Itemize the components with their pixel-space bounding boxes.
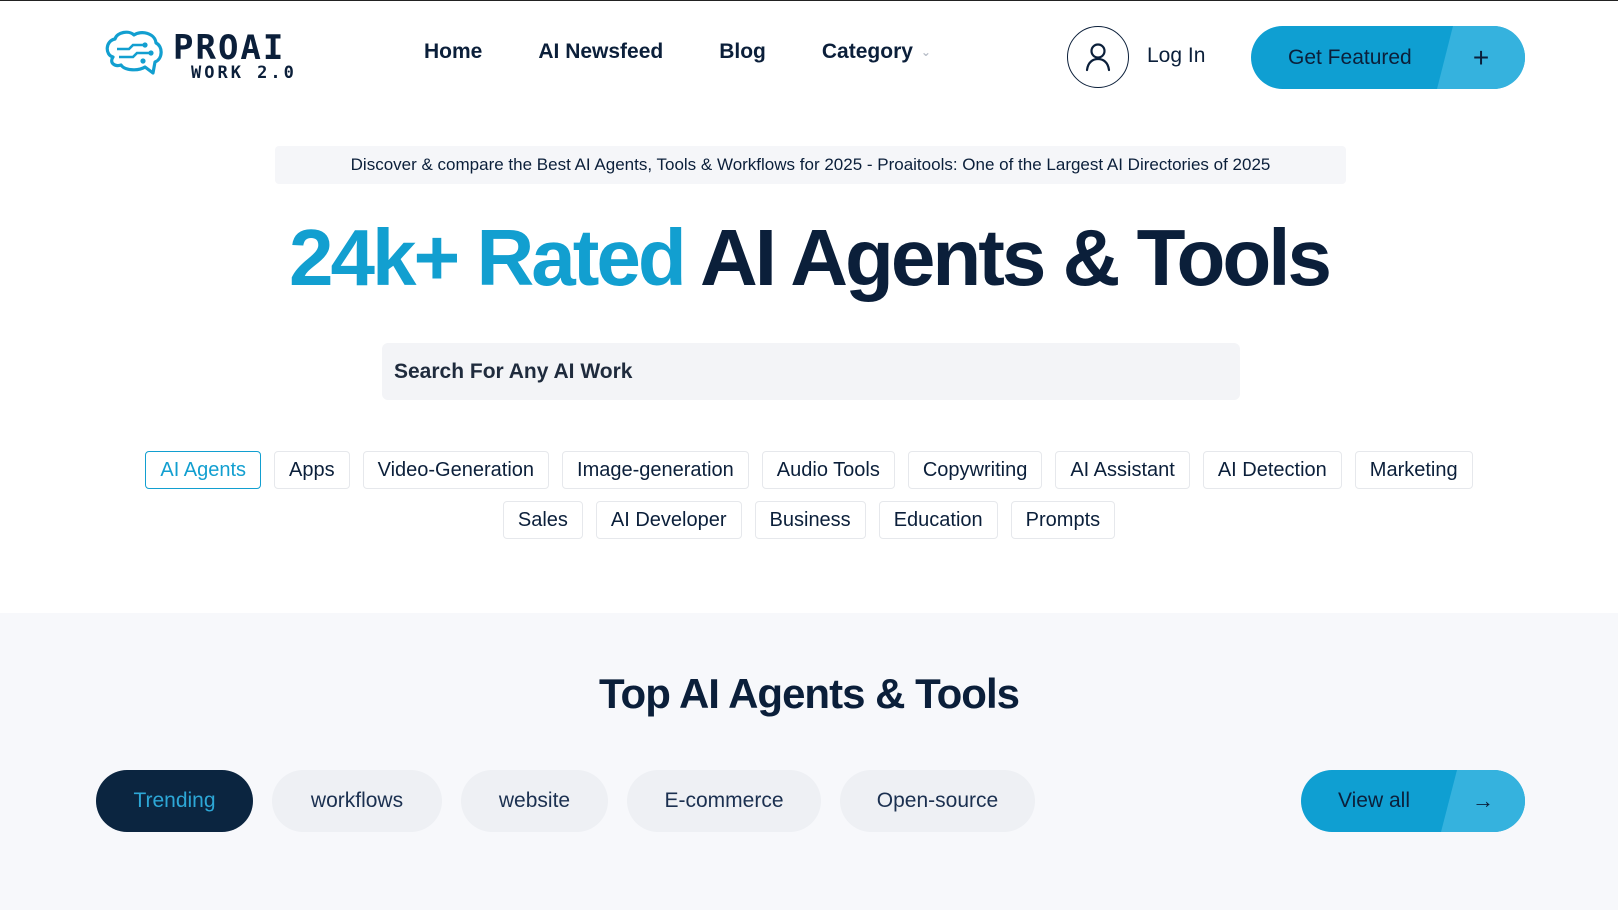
- chip-ai-assistant[interactable]: AI Assistant: [1055, 451, 1190, 489]
- tab-website[interactable]: website: [461, 770, 608, 832]
- view-all-label: View all: [1338, 789, 1410, 812]
- nav-category-label: Category: [821, 40, 913, 63]
- tab-trending[interactable]: Trending: [96, 770, 253, 832]
- section-title: Top AI Agents & Tools: [599, 670, 1020, 717]
- chip-ai-detection[interactable]: AI Detection: [1202, 451, 1342, 489]
- logo[interactable]: PROAI WORK 2.0: [103, 26, 343, 86]
- filter-tabs: Trending workflows website E-commerce Open-s…: [96, 770, 1035, 832]
- category-chips: AI Agents Apps Video-Generation Image-gener…: [0, 451, 1618, 551]
- nav-category-dropdown[interactable]: Category ⌄: [822, 40, 931, 64]
- chip-row-1: AI Agents Apps Video-Generation Image-gener…: [0, 451, 1618, 489]
- plus-icon: +: [1437, 26, 1525, 89]
- chip-row-2: Sales AI Developer Business Education Prompt…: [0, 501, 1618, 539]
- hero-title: 24k+ Rated AI Agents & Tools: [0, 212, 1618, 304]
- nav-ai-newsfeed-label: AI Newsfeed: [538, 40, 664, 63]
- logo-sub-text: WORK 2.0: [191, 62, 297, 83]
- logo-text: PROAI WORK 2.0: [173, 31, 297, 82]
- user-account-button[interactable]: [1067, 26, 1129, 88]
- chevron-down-icon: ⌄: [920, 45, 931, 59]
- nav-home[interactable]: Home: [424, 40, 482, 64]
- brain-circuit-icon: [105, 30, 163, 75]
- chip-prompts[interactable]: Prompts: [1010, 501, 1116, 539]
- logo-main-text: PROAI: [173, 27, 286, 68]
- login-link[interactable]: Log In: [1147, 44, 1205, 68]
- arrow-right-icon: →: [1441, 770, 1525, 832]
- nav-blog[interactable]: Blog: [719, 40, 766, 64]
- chip-apps[interactable]: Apps: [274, 451, 350, 489]
- nav-blog-label: Blog: [719, 40, 766, 63]
- main-nav: Home AI Newsfeed Blog Category ⌄: [424, 40, 931, 64]
- search-input[interactable]: [382, 343, 1240, 400]
- get-featured-label: Get Featured: [1288, 45, 1412, 69]
- tab-workflows[interactable]: workflows: [272, 770, 442, 832]
- chip-sales[interactable]: Sales: [502, 501, 583, 539]
- hero-dark: AI Agents & Tools: [699, 213, 1332, 302]
- announcement-banner: Discover & compare the Best AI Agents, T…: [275, 146, 1346, 184]
- nav-home-label: Home: [424, 40, 483, 63]
- chip-ai-agents[interactable]: AI Agents: [145, 451, 262, 489]
- get-featured-button[interactable]: Get Featured +: [1251, 26, 1525, 89]
- chip-audio-tools[interactable]: Audio Tools: [761, 451, 895, 489]
- hero-accent: 24k+ Rated: [289, 213, 687, 302]
- chip-video-generation[interactable]: Video-Generation: [362, 451, 550, 489]
- tab-e-commerce[interactable]: E-commerce: [627, 770, 821, 832]
- nav-ai-newsfeed[interactable]: AI Newsfeed: [538, 40, 663, 64]
- plus-glyph: +: [1472, 41, 1490, 73]
- chip-copywriting[interactable]: Copywriting: [907, 451, 1043, 489]
- chip-business[interactable]: Business: [754, 501, 866, 539]
- arrow-glyph: →: [1472, 788, 1494, 813]
- view-all-button[interactable]: View all →: [1301, 770, 1525, 832]
- site-header: PROAI WORK 2.0 Home AI Newsfeed Blog Cat…: [0, 0, 1618, 115]
- user-icon: [1085, 43, 1111, 72]
- top-tools-section: Top AI Agents & Tools Trending workflows w…: [0, 613, 1618, 910]
- chip-education[interactable]: Education: [878, 501, 998, 539]
- chip-ai-developer[interactable]: AI Developer: [595, 501, 742, 539]
- chip-marketing[interactable]: Marketing: [1354, 451, 1473, 489]
- chip-image-generation[interactable]: Image-generation: [562, 451, 749, 489]
- tab-open-source[interactable]: Open-source: [840, 770, 1035, 832]
